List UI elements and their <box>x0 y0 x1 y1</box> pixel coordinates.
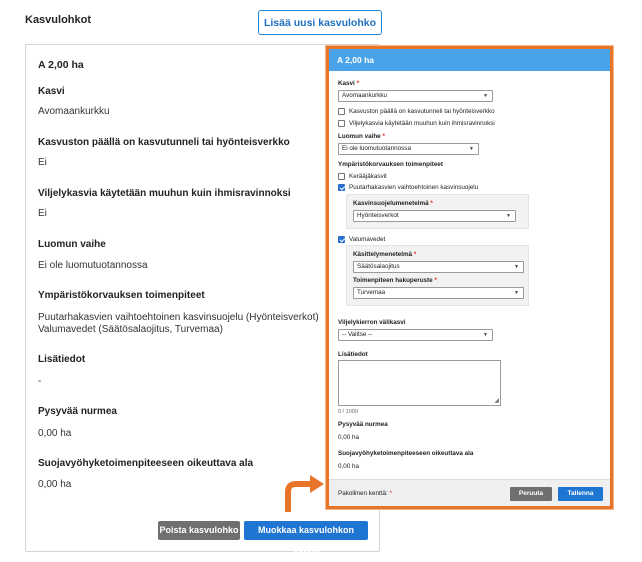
kasittely-select[interactable]: Säätösalaojitus ▼ <box>353 261 524 273</box>
chevron-down-icon: ▼ <box>506 213 511 219</box>
delete-block-button[interactable]: Poista kasvulohko <box>158 521 240 540</box>
field-value-lisatiedot: - <box>38 376 42 387</box>
keraaja-checkbox[interactable] <box>338 173 345 180</box>
lisatiedot-textarea[interactable]: ◢ <box>338 360 501 406</box>
ymparisto-label: Ympäristökorvauksen toimenpiteet <box>338 161 443 168</box>
kasittely-label: Käsittelymenetelmä * <box>353 251 417 258</box>
save-button[interactable]: Tallenna <box>558 487 603 501</box>
valikasvi-label: Viljelykierron välikasvi <box>338 319 406 326</box>
kasvinsuojelu-label: Kasvinsuojelumenetelmä * <box>353 200 433 207</box>
field-value-kasvi: Avomaankurkku <box>38 106 110 117</box>
field-label-lisatiedot: Lisätiedot <box>38 354 86 365</box>
resize-handle-icon[interactable]: ◢ <box>494 398 499 404</box>
tunneli-checkbox[interactable] <box>338 108 345 115</box>
char-counter: 0 / 1000 <box>338 409 358 415</box>
page-title: Kasvulohkot <box>25 14 92 26</box>
field-value-muuhun: Ei <box>38 208 47 219</box>
required-field-note: Pakollinen kenttä: * <box>338 490 392 497</box>
puutarha-checkbox-label: Puutarhakasvien vaihtoehtoinen kasvinsuo… <box>349 184 479 191</box>
puutarha-subsection: Kasvinsuojelumenetelmä * Hyönteisverkot ▼ <box>346 194 529 229</box>
field-label-nurmi: Pysyvää nurmea <box>38 406 117 417</box>
field-value-tunneli: Ei <box>38 157 47 168</box>
nurmi-value: 0,00 ha <box>338 434 360 441</box>
chevron-down-icon: ▼ <box>514 290 519 296</box>
valuma-checkbox[interactable] <box>338 236 345 243</box>
pointer-arrow-icon <box>285 475 324 512</box>
add-block-button[interactable]: Lisää uusi kasvulohko <box>258 10 382 35</box>
valikasvi-select[interactable]: -- Valitse -- ▼ <box>338 329 493 341</box>
tunneli-checkbox-label: Kasvuston päällä on kasvutunneli tai hyö… <box>349 108 495 115</box>
field-value-luomu: Ei ole luomutuotannossa <box>38 260 148 271</box>
edit-block-button[interactable]: Muokkaa kasvulohkon tietoja <box>244 521 368 554</box>
card-title: A 2,00 ha <box>38 59 84 71</box>
puutarha-checkbox[interactable] <box>338 184 345 191</box>
field-label-tunneli: Kasvuston päällä on kasvutunneli tai hyö… <box>38 137 290 148</box>
field-value-ymparisto-2: Valumavedet (Säätösalaojitus, Turvemaa) <box>38 324 223 335</box>
nurmi-label: Pysyvää nurmea <box>338 421 388 428</box>
cancel-button[interactable]: Peruuta <box>510 487 552 501</box>
dialog-footer: Pakollinen kenttä: * Peruuta Tallenna <box>329 479 610 506</box>
hakuperuste-select[interactable]: Turvemaa ▼ <box>353 287 524 299</box>
edit-block-dialog: A 2,00 ha Kasvi * Avomaankurkku ▼ Kasvust… <box>326 46 613 509</box>
field-label-luomu: Luomun vaihe <box>38 239 106 250</box>
kasvi-label: Kasvi * <box>338 80 360 87</box>
muuhun-checkbox[interactable] <box>338 120 345 127</box>
kasvi-select[interactable]: Avomaankurkku ▼ <box>338 90 493 102</box>
kasvinsuojelu-select[interactable]: Hyönteisverkot ▼ <box>353 210 516 222</box>
luomu-select[interactable]: Ei ole luomutuotannossa ▼ <box>338 143 479 155</box>
valuma-checkbox-label: Valumavedet <box>349 236 386 243</box>
chevron-down-icon: ▼ <box>514 264 519 270</box>
field-label-kasvi: Kasvi <box>38 86 65 97</box>
hakuperuste-label: Toimenpiteen hakuperuste * <box>353 277 437 284</box>
valuma-subsection: Käsittelymenetelmä * Säätösalaojitus ▼ To… <box>346 245 529 306</box>
suoja-value: 0,00 ha <box>338 463 360 470</box>
field-label-ymparisto: Ympäristökorvauksen toimenpiteet <box>38 290 205 301</box>
field-label-muuhun: Viljelykasvia käytetään muuhun kuin ihmi… <box>38 188 291 199</box>
muuhun-checkbox-label: Viljelykasvia käytetään muuhun kuin ihmi… <box>349 120 495 127</box>
lisatiedot-label: Lisätiedot <box>338 351 368 358</box>
keraaja-checkbox-label: Kerääjäkasvit <box>349 173 387 180</box>
field-value-suoja: 0,00 ha <box>38 479 72 490</box>
dialog-title: A 2,00 ha <box>329 49 610 71</box>
field-value-nurmi: 0,00 ha <box>38 428 72 439</box>
chevron-down-icon: ▼ <box>483 93 488 99</box>
chevron-down-icon: ▼ <box>469 146 474 152</box>
field-label-suoja: Suojavyöhyketoimenpiteeseen oikeuttava a… <box>38 458 254 469</box>
luomu-label: Luomun vaihe * <box>338 133 385 140</box>
suoja-label: Suojavyöhyketoimenpiteeseen oikeuttava a… <box>338 450 474 457</box>
chevron-down-icon: ▼ <box>483 332 488 338</box>
